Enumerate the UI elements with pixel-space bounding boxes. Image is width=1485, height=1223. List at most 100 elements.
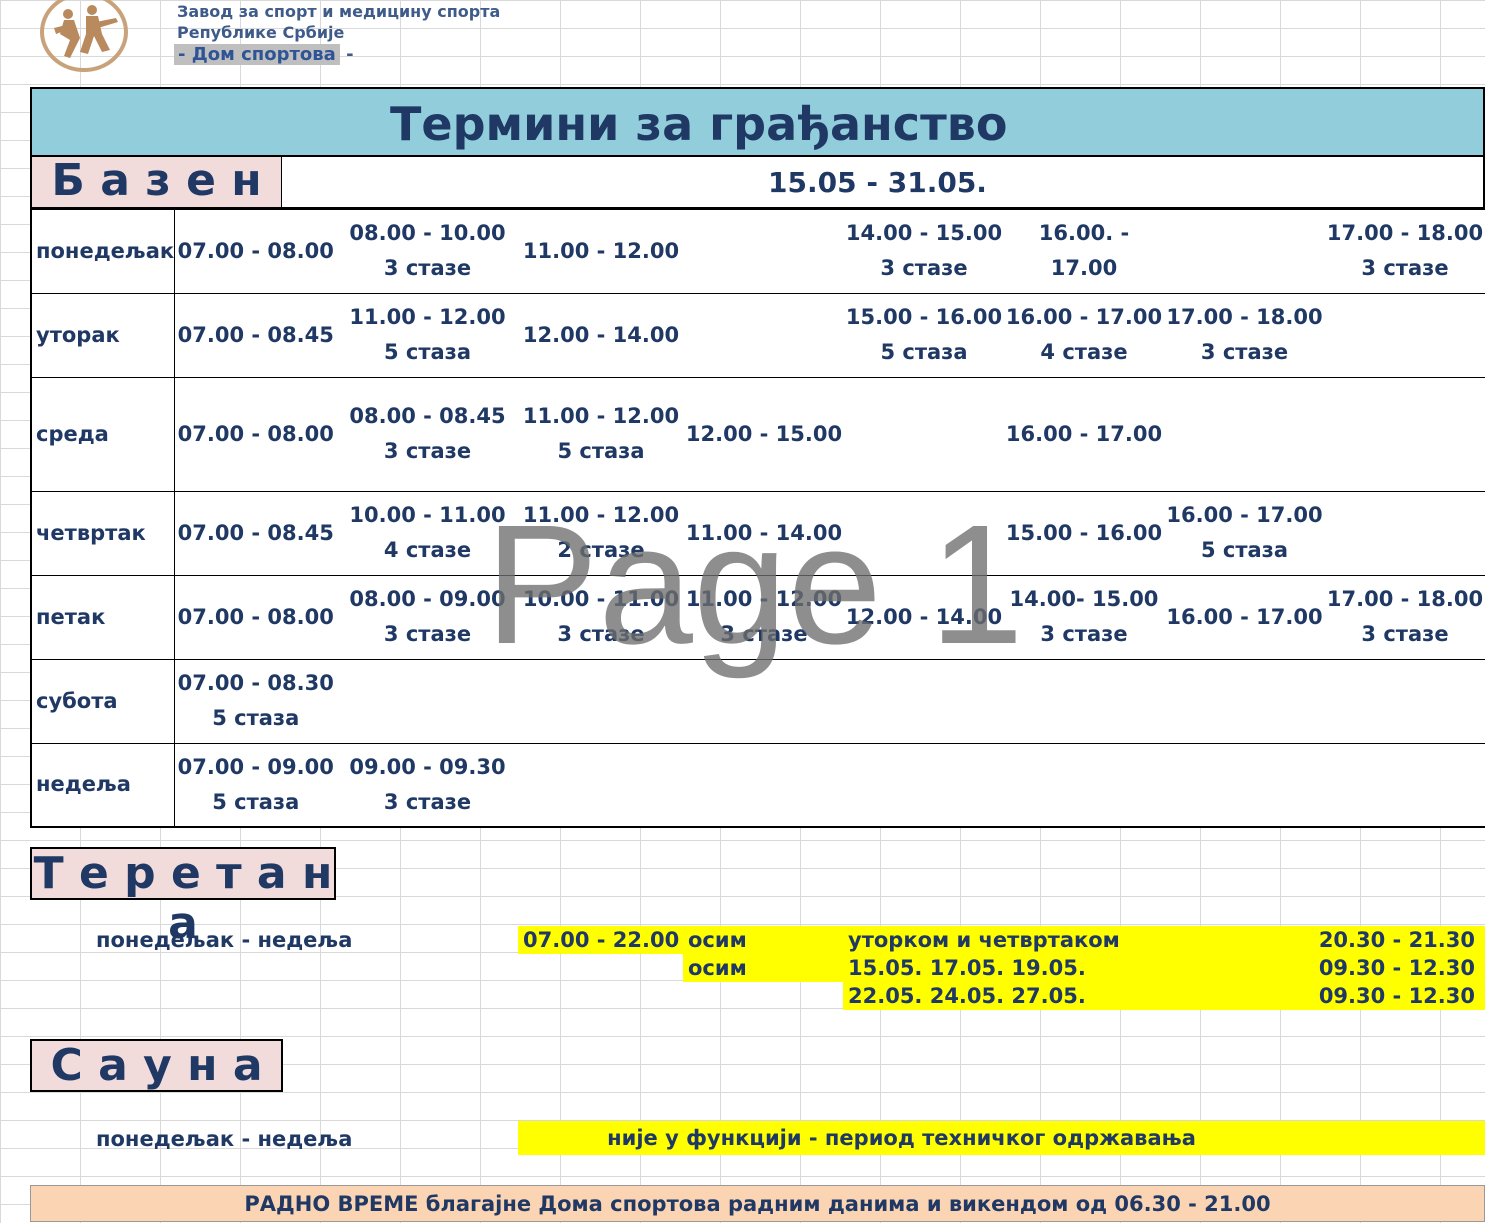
slot-time: 12.00 - 14.00 — [522, 322, 680, 347]
gym-exception-when: 15.05. 17.05. 19.05. — [848, 956, 1086, 980]
time-slot — [684, 658, 844, 744]
slot-lanes: 3 стазе — [1040, 622, 1128, 646]
time-slot: 10.00 - 11.00 4 стазе — [337, 490, 518, 576]
dom-sportova-dash: - — [339, 44, 354, 65]
time-slot: 08.00 - 10.00 3 стазе — [337, 208, 518, 294]
time-slot — [1164, 742, 1325, 828]
time-slot — [1325, 742, 1485, 828]
slot-lanes: 3 стазе — [557, 622, 645, 646]
time-slot — [1325, 658, 1485, 744]
time-slot: 11.00 - 12.00 — [518, 208, 684, 294]
time-slot — [684, 292, 844, 378]
schedule-row: четвртак 07.00 - 08.45 10.00 - 11.00 4 стаз… — [31, 490, 1485, 576]
slot-time: 17.00 - 18.00 — [1326, 221, 1484, 246]
gym-exception-row-2: осим 15.05. 17.05. 19.05. 09.30 - 12.30 — [683, 954, 1485, 982]
time-slot: 07.00 - 08.45 — [174, 292, 337, 378]
slot-time: 11.00 - 12.00 — [349, 305, 506, 329]
time-slot — [844, 742, 1004, 828]
slot-time: 12.00 - 14.00 — [845, 604, 1003, 629]
day-name: петак — [31, 574, 175, 660]
slot-time: 16.00 - 17.00 — [1005, 421, 1163, 446]
slot-time: 08.00 - 09.00 — [349, 587, 506, 611]
slot-time: 17.00 - 18.00 — [1166, 305, 1323, 329]
time-slot: 07.00 - 08.00 — [174, 376, 337, 492]
time-slot — [1004, 742, 1164, 828]
pool-section-label: Б а з е н — [30, 157, 283, 209]
slot-time: 07.00 - 08.00 — [177, 421, 334, 446]
gym-exception-time: 20.30 - 21.30 — [1318, 928, 1475, 952]
gym-exception-row-1: осим уторком и четвртаком 20.30 - 21.30 — [683, 926, 1485, 954]
time-slot — [337, 658, 518, 744]
time-slot: 12.00 - 14.00 — [844, 574, 1004, 660]
time-slot — [1325, 292, 1485, 378]
slot-lanes: 3 стазе — [880, 256, 968, 281]
time-slot: 14.00- 15.00 3 стазе — [1004, 574, 1164, 660]
schedule-row: субота 07.00 - 08.30 5 стаза — [31, 658, 1485, 744]
sauna-status: није у функцији - период техничког одржа… — [518, 1121, 1485, 1155]
time-slot — [1164, 208, 1325, 294]
gym-exception-time: 09.30 - 12.30 — [1318, 984, 1475, 1008]
org-name-line3: - Дом спортова - — [174, 44, 354, 65]
schedule-row: понедељак 07.00 - 08.00 08.00 - 10.00 3 ста… — [31, 208, 1485, 294]
time-slot: 12.00 - 15.00 — [684, 376, 844, 492]
time-slot: 11.00 - 12.00 2 стазе — [518, 490, 684, 576]
gym-exception-when: уторком и четвртаком — [848, 928, 1120, 952]
slot-time: 08.00 - 08.45 — [349, 404, 506, 428]
schedule-row: петак 07.00 - 08.00 08.00 - 09.00 3 стазе 10… — [31, 574, 1485, 660]
time-slot — [1325, 490, 1485, 576]
time-slot: 11.00 - 14.00 — [684, 490, 844, 576]
time-slot: 07.00 - 09.00 5 стаза — [174, 742, 337, 828]
day-name: недеља — [31, 742, 175, 828]
slot-time: 09.00 - 09.30 — [349, 754, 506, 779]
organization-logo — [40, 0, 130, 72]
slot-time: 07.00 - 08.00 — [177, 604, 334, 629]
time-slot: 16.00 - 17.00 4 стазе — [1004, 292, 1164, 378]
slot-lanes: 3 стазе — [1361, 622, 1449, 646]
slot-time: 14.00- 15.00 — [1009, 587, 1159, 611]
slot-lanes: 17.00 — [1050, 256, 1118, 281]
slot-time: 07.00 - 08.45 — [177, 520, 334, 545]
day-name: субота — [31, 658, 175, 744]
slot-lanes: 3 стазе — [383, 439, 472, 463]
time-slot — [844, 490, 1004, 576]
time-slot: 07.00 - 08.45 — [174, 490, 337, 576]
slot-lanes: 5 стаза — [383, 340, 472, 364]
slot-lanes: 3 стазе — [383, 622, 472, 646]
time-slot: 08.00 - 08.45 3 стазе — [337, 376, 518, 492]
slot-time: 16.00. - — [1038, 221, 1130, 246]
slot-time: 15.00 - 16.00 — [845, 305, 1003, 329]
time-slot: 17.00 - 18.00 3 стазе — [1164, 292, 1325, 378]
time-slot: 07.00 - 08.00 — [174, 208, 337, 294]
slot-lanes: 3 стазе — [1200, 340, 1289, 364]
slot-time: 14.00 - 15.00 — [845, 221, 1003, 246]
slot-time: 07.00 - 08.45 — [177, 322, 334, 347]
gym-days: понедељак - недеља — [96, 928, 353, 952]
time-slot: 11.00 - 12.00 5 стаза — [337, 292, 518, 378]
slot-lanes: 4 стазе — [383, 538, 472, 562]
slot-lanes: 5 стаза — [1200, 538, 1289, 562]
day-name: уторак — [31, 292, 175, 378]
slot-time: 10.00 - 11.00 — [349, 503, 506, 527]
time-slot: 17.00 - 18.00 3 стазе — [1325, 208, 1485, 294]
day-name: четвртак — [31, 490, 175, 576]
slot-lanes: 4 стазе — [1040, 340, 1128, 364]
slot-time: 12.00 - 15.00 — [685, 421, 843, 446]
slot-lanes: 3 стазе — [1361, 256, 1449, 281]
schedule-row: недеља 07.00 - 09.00 5 стаза 09.00 - 09.30 3… — [31, 742, 1485, 828]
slot-time: 15.00 - 16.00 — [1005, 520, 1163, 545]
slot-time: 11.00 - 12.00 — [522, 238, 680, 263]
time-slot — [1164, 376, 1325, 492]
slot-lanes: 5 стаза — [212, 706, 300, 730]
time-slot — [844, 658, 1004, 744]
time-slot: 07.00 - 08.30 5 стаза — [174, 658, 337, 744]
time-slot — [1004, 658, 1164, 744]
slot-lanes: 5 стаза — [557, 439, 645, 463]
slot-lanes: 5 стаза — [880, 340, 968, 364]
slot-lanes: 3 стазе — [383, 789, 472, 814]
gym-exception-when: 22.05. 24.05. 27.05. — [848, 984, 1086, 1008]
time-slot: 16.00. - 17.00 — [1004, 208, 1164, 294]
time-slot — [684, 742, 844, 828]
dom-sportova-label: - Дом спортова — [174, 44, 340, 65]
time-slot: 08.00 - 09.00 3 стазе — [337, 574, 518, 660]
time-slot: 15.00 - 16.00 5 стаза — [844, 292, 1004, 378]
